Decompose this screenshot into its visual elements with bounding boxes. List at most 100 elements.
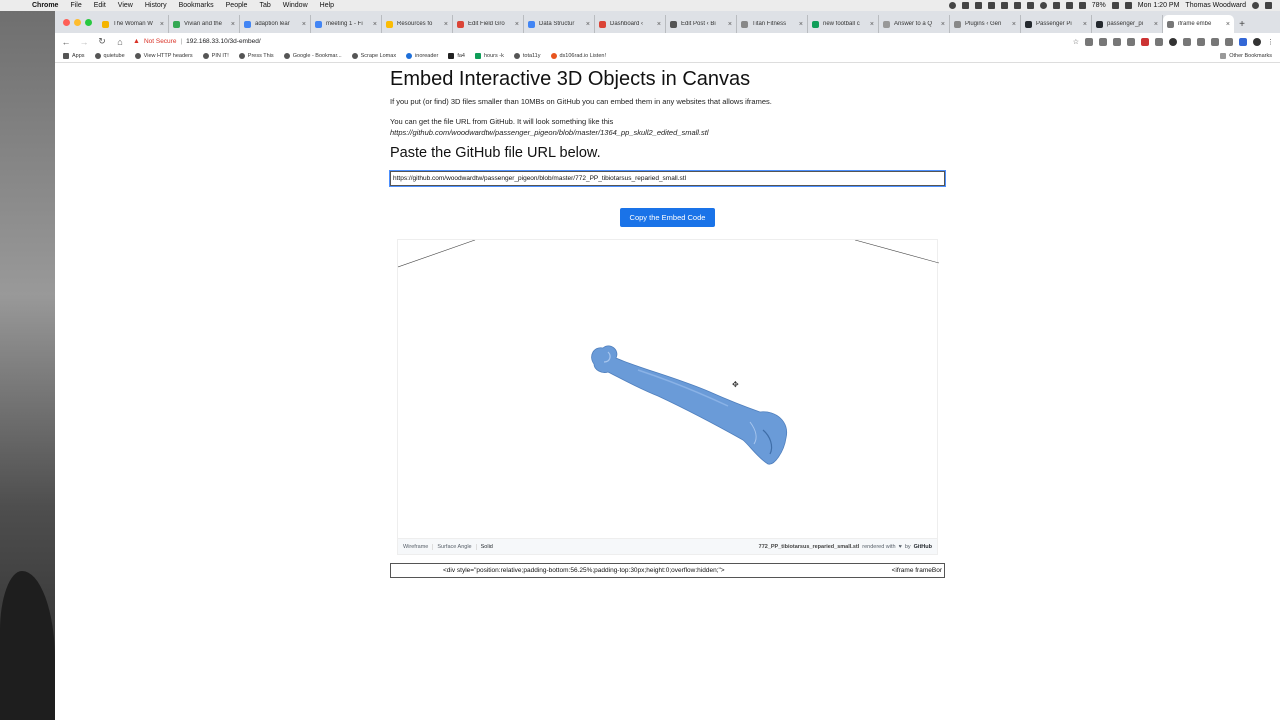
- extension-icon[interactable]: [1113, 37, 1121, 46]
- bookmark-ds106radio[interactable]: ds106rad.io Listen!: [550, 53, 606, 59]
- extension-icon[interactable]: [1099, 37, 1107, 46]
- close-tab-icon[interactable]: ×: [373, 21, 377, 28]
- minimize-window-button[interactable]: [74, 18, 81, 26]
- bookmark-hours[interactable]: hours -k: [474, 53, 504, 59]
- tab-14[interactable]: passenger_pi ×: [1092, 15, 1163, 33]
- menu-dots-icon[interactable]: ⋮: [1267, 38, 1274, 46]
- bookmark-press-this[interactable]: Press This: [238, 53, 274, 59]
- status-icon[interactable]: [987, 2, 995, 9]
- menu-help[interactable]: Help: [314, 2, 340, 9]
- github-url-input[interactable]: [389, 170, 946, 187]
- status-icon[interactable]: [1000, 2, 1008, 9]
- tab-9[interactable]: Titan Fitness ×: [737, 15, 808, 33]
- bookmark-apps[interactable]: Apps: [63, 53, 85, 59]
- bone-model[interactable]: [591, 345, 788, 465]
- profile-avatar[interactable]: [1253, 37, 1261, 46]
- tab-2[interactable]: adaption lear ×: [240, 15, 311, 33]
- close-tab-icon[interactable]: ×: [728, 21, 732, 28]
- status-icon[interactable]: [1026, 2, 1034, 9]
- tab-5[interactable]: Edit Field Gro ×: [453, 15, 524, 33]
- extension-icon[interactable]: [1225, 37, 1233, 46]
- close-tab-icon[interactable]: ×: [799, 21, 803, 28]
- zoom-window-button[interactable]: [85, 18, 92, 26]
- extension-icon[interactable]: [1211, 37, 1219, 46]
- mode-surface-angle[interactable]: Surface Angle: [433, 543, 477, 550]
- bookmark-pin-it[interactable]: PIN IT!: [202, 53, 229, 59]
- close-tab-icon[interactable]: ×: [1012, 21, 1016, 28]
- tab-4[interactable]: Resources fo ×: [382, 15, 453, 33]
- extension-icon[interactable]: [1085, 37, 1093, 46]
- bookmark-quietube[interactable]: quietube: [94, 53, 125, 59]
- status-icon[interactable]: [1065, 2, 1073, 9]
- status-icon[interactable]: [1039, 2, 1047, 9]
- menu-tab[interactable]: Tab: [253, 2, 276, 9]
- bookmark-inoreader[interactable]: inoreader: [406, 53, 438, 59]
- close-tab-icon[interactable]: ×: [302, 21, 306, 28]
- menu-edit[interactable]: Edit: [88, 2, 112, 9]
- status-icon[interactable]: [961, 2, 969, 9]
- extension-icon[interactable]: [1239, 37, 1247, 46]
- mode-solid[interactable]: Solid: [477, 544, 497, 550]
- status-icon[interactable]: [948, 2, 956, 9]
- close-tab-icon[interactable]: ×: [586, 21, 590, 28]
- menu-people[interactable]: People: [220, 2, 254, 9]
- menubar-user[interactable]: Thomas Woodward: [1185, 2, 1246, 9]
- tab-13[interactable]: Passenger Pi ×: [1021, 15, 1092, 33]
- forward-icon[interactable]: →: [79, 37, 89, 47]
- security-status[interactable]: Not Secure: [144, 38, 177, 45]
- github-link[interactable]: GitHub: [914, 544, 932, 550]
- close-tab-icon[interactable]: ×: [657, 21, 661, 28]
- bookmark-star-icon[interactable]: ☆: [1073, 38, 1079, 46]
- extension-icon[interactable]: [1197, 37, 1205, 46]
- menu-app-chrome[interactable]: Chrome: [26, 2, 64, 9]
- other-bookmarks[interactable]: Other Bookmarks: [1220, 53, 1272, 59]
- back-icon[interactable]: ←: [61, 37, 71, 47]
- mode-wireframe[interactable]: Wireframe: [403, 543, 434, 550]
- status-icon[interactable]: [1052, 2, 1060, 9]
- address-url[interactable]: 192.168.33.10/3d-embed/: [186, 38, 260, 45]
- tab-11[interactable]: Answer to a Q ×: [879, 15, 950, 33]
- bookmark-tota11y[interactable]: tota11y: [513, 53, 541, 59]
- model-filename[interactable]: 772_PP_tibiotarsus_reparied_small.stl: [759, 544, 860, 550]
- copy-embed-code-button[interactable]: Copy the Embed Code: [620, 208, 715, 227]
- flag-icon[interactable]: [1124, 2, 1132, 9]
- bookmark-view-http-headers[interactable]: View HTTP headers: [134, 53, 193, 59]
- new-tab-button[interactable]: +: [1234, 15, 1250, 33]
- menu-file[interactable]: File: [64, 2, 87, 9]
- close-window-button[interactable]: [63, 18, 70, 26]
- close-tab-icon[interactable]: ×: [1154, 21, 1158, 28]
- close-tab-icon[interactable]: ×: [1226, 21, 1230, 28]
- menu-bookmarks[interactable]: Bookmarks: [173, 2, 220, 9]
- home-icon[interactable]: ⌂: [115, 37, 125, 47]
- tab-10[interactable]: new football c ×: [808, 15, 879, 33]
- bookmark-fa4[interactable]: fa4: [448, 53, 465, 59]
- tab-1[interactable]: Vivian and the ×: [169, 15, 240, 33]
- extension-icon[interactable]: [1169, 37, 1177, 46]
- extension-icon[interactable]: [1183, 37, 1191, 46]
- close-tab-icon[interactable]: ×: [941, 21, 945, 28]
- extension-icon[interactable]: [1127, 37, 1135, 46]
- tab-12[interactable]: Plugins ‹ Gen ×: [950, 15, 1021, 33]
- spotlight-icon[interactable]: [1252, 2, 1259, 9]
- tab-7[interactable]: Dashboard ‹ ×: [595, 15, 666, 33]
- battery-icon[interactable]: [1111, 2, 1119, 9]
- notification-center-icon[interactable]: [1265, 2, 1272, 9]
- menu-view[interactable]: View: [112, 2, 139, 9]
- close-tab-icon[interactable]: ×: [444, 21, 448, 28]
- tab-15[interactable]: iframe embe ×: [1163, 15, 1234, 33]
- tab-6[interactable]: Data Structur ×: [524, 15, 595, 33]
- embed-code-field[interactable]: <div style="position:relative;padding-bo…: [390, 563, 945, 578]
- tab-0[interactable]: The Woman W ×: [98, 15, 169, 33]
- tab-3[interactable]: meeting 1 - Fi ×: [311, 15, 382, 33]
- extension-icon[interactable]: [1155, 37, 1163, 46]
- close-tab-icon[interactable]: ×: [870, 21, 874, 28]
- close-tab-icon[interactable]: ×: [231, 21, 235, 28]
- reload-icon[interactable]: ↻: [97, 36, 107, 47]
- menu-window[interactable]: Window: [277, 2, 314, 9]
- close-tab-icon[interactable]: ×: [1083, 21, 1087, 28]
- address-bar[interactable]: ▲ Not Secure | 192.168.33.10/3d-embed/: [133, 38, 261, 45]
- tab-8[interactable]: Edit Post ‹ Bi ×: [666, 15, 737, 33]
- status-icon[interactable]: [1013, 2, 1021, 9]
- status-icon[interactable]: [974, 2, 982, 9]
- bookmark-google-bookmarks[interactable]: Google - Bookmar...: [283, 53, 342, 59]
